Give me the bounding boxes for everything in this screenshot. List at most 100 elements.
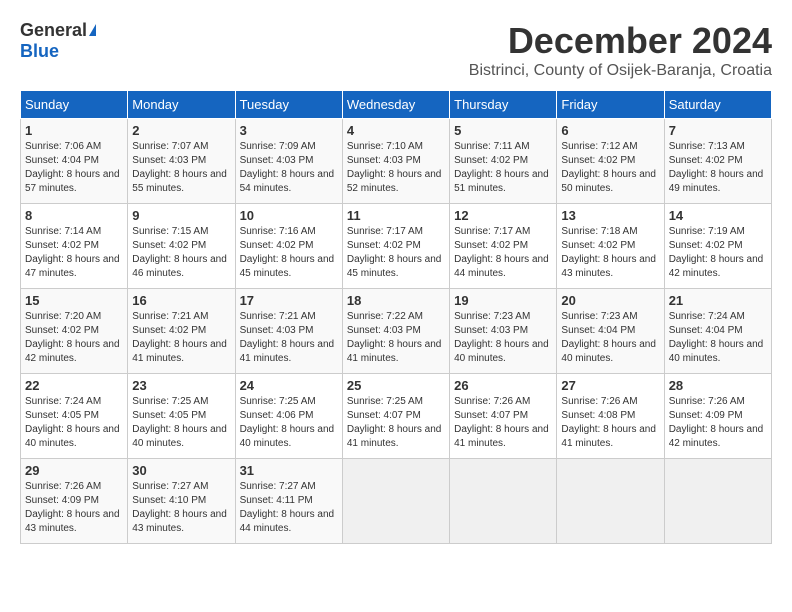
day-number: 18 <box>347 293 445 308</box>
day-number: 25 <box>347 378 445 393</box>
header-monday: Monday <box>128 91 235 119</box>
month-title: December 2024 <box>469 20 772 62</box>
logo: General Blue <box>20 20 96 62</box>
day-info: Sunrise: 7:11 AMSunset: 4:02 PMDaylight:… <box>454 141 549 194</box>
day-number: 30 <box>132 463 230 478</box>
day-number: 15 <box>25 293 123 308</box>
day-info: Sunrise: 7:09 AMSunset: 4:03 PMDaylight:… <box>240 141 335 194</box>
day-number: 19 <box>454 293 552 308</box>
day-number: 27 <box>561 378 659 393</box>
day-cell-2: 2 Sunrise: 7:07 AMSunset: 4:03 PMDayligh… <box>128 119 235 204</box>
header-row: SundayMondayTuesdayWednesdayThursdayFrid… <box>21 91 772 119</box>
day-info: Sunrise: 7:26 AMSunset: 4:07 PMDaylight:… <box>454 396 549 449</box>
empty-cell <box>342 459 449 544</box>
day-cell-5: 5 Sunrise: 7:11 AMSunset: 4:02 PMDayligh… <box>450 119 557 204</box>
day-number: 14 <box>669 208 767 223</box>
day-info: Sunrise: 7:14 AMSunset: 4:02 PMDaylight:… <box>25 226 120 279</box>
day-cell-1: 1 Sunrise: 7:06 AMSunset: 4:04 PMDayligh… <box>21 119 128 204</box>
day-cell-27: 27 Sunrise: 7:26 AMSunset: 4:08 PMDaylig… <box>557 374 664 459</box>
header-saturday: Saturday <box>664 91 771 119</box>
day-info: Sunrise: 7:19 AMSunset: 4:02 PMDaylight:… <box>669 226 764 279</box>
day-number: 24 <box>240 378 338 393</box>
day-cell-23: 23 Sunrise: 7:25 AMSunset: 4:05 PMDaylig… <box>128 374 235 459</box>
day-info: Sunrise: 7:10 AMSunset: 4:03 PMDaylight:… <box>347 141 442 194</box>
day-info: Sunrise: 7:22 AMSunset: 4:03 PMDaylight:… <box>347 311 442 364</box>
day-info: Sunrise: 7:18 AMSunset: 4:02 PMDaylight:… <box>561 226 656 279</box>
day-number: 20 <box>561 293 659 308</box>
day-info: Sunrise: 7:20 AMSunset: 4:02 PMDaylight:… <box>25 311 120 364</box>
day-number: 17 <box>240 293 338 308</box>
day-cell-20: 20 Sunrise: 7:23 AMSunset: 4:04 PMDaylig… <box>557 289 664 374</box>
day-number: 6 <box>561 123 659 138</box>
day-cell-18: 18 Sunrise: 7:22 AMSunset: 4:03 PMDaylig… <box>342 289 449 374</box>
day-info: Sunrise: 7:25 AMSunset: 4:07 PMDaylight:… <box>347 396 442 449</box>
day-info: Sunrise: 7:26 AMSunset: 4:09 PMDaylight:… <box>25 481 120 534</box>
header-thursday: Thursday <box>450 91 557 119</box>
day-info: Sunrise: 7:12 AMSunset: 4:02 PMDaylight:… <box>561 141 656 194</box>
day-number: 16 <box>132 293 230 308</box>
day-number: 26 <box>454 378 552 393</box>
day-info: Sunrise: 7:26 AMSunset: 4:08 PMDaylight:… <box>561 396 656 449</box>
day-cell-17: 17 Sunrise: 7:21 AMSunset: 4:03 PMDaylig… <box>235 289 342 374</box>
day-cell-25: 25 Sunrise: 7:25 AMSunset: 4:07 PMDaylig… <box>342 374 449 459</box>
empty-cell <box>557 459 664 544</box>
day-cell-8: 8 Sunrise: 7:14 AMSunset: 4:02 PMDayligh… <box>21 204 128 289</box>
day-info: Sunrise: 7:17 AMSunset: 4:02 PMDaylight:… <box>454 226 549 279</box>
day-cell-21: 21 Sunrise: 7:24 AMSunset: 4:04 PMDaylig… <box>664 289 771 374</box>
day-info: Sunrise: 7:27 AMSunset: 4:11 PMDaylight:… <box>240 481 335 534</box>
day-info: Sunrise: 7:16 AMSunset: 4:02 PMDaylight:… <box>240 226 335 279</box>
day-number: 28 <box>669 378 767 393</box>
header-tuesday: Tuesday <box>235 91 342 119</box>
day-cell-26: 26 Sunrise: 7:26 AMSunset: 4:07 PMDaylig… <box>450 374 557 459</box>
day-info: Sunrise: 7:25 AMSunset: 4:05 PMDaylight:… <box>132 396 227 449</box>
day-number: 4 <box>347 123 445 138</box>
day-number: 9 <box>132 208 230 223</box>
day-number: 7 <box>669 123 767 138</box>
day-cell-22: 22 Sunrise: 7:24 AMSunset: 4:05 PMDaylig… <box>21 374 128 459</box>
day-cell-7: 7 Sunrise: 7:13 AMSunset: 4:02 PMDayligh… <box>664 119 771 204</box>
day-cell-4: 4 Sunrise: 7:10 AMSunset: 4:03 PMDayligh… <box>342 119 449 204</box>
day-number: 31 <box>240 463 338 478</box>
day-number: 23 <box>132 378 230 393</box>
day-cell-12: 12 Sunrise: 7:17 AMSunset: 4:02 PMDaylig… <box>450 204 557 289</box>
empty-cell <box>450 459 557 544</box>
day-cell-29: 29 Sunrise: 7:26 AMSunset: 4:09 PMDaylig… <box>21 459 128 544</box>
day-info: Sunrise: 7:17 AMSunset: 4:02 PMDaylight:… <box>347 226 442 279</box>
week-row-2: 8 Sunrise: 7:14 AMSunset: 4:02 PMDayligh… <box>21 204 772 289</box>
day-number: 2 <box>132 123 230 138</box>
day-number: 3 <box>240 123 338 138</box>
day-number: 1 <box>25 123 123 138</box>
day-number: 21 <box>669 293 767 308</box>
day-cell-24: 24 Sunrise: 7:25 AMSunset: 4:06 PMDaylig… <box>235 374 342 459</box>
week-row-5: 29 Sunrise: 7:26 AMSunset: 4:09 PMDaylig… <box>21 459 772 544</box>
day-info: Sunrise: 7:07 AMSunset: 4:03 PMDaylight:… <box>132 141 227 194</box>
day-cell-3: 3 Sunrise: 7:09 AMSunset: 4:03 PMDayligh… <box>235 119 342 204</box>
day-info: Sunrise: 7:23 AMSunset: 4:04 PMDaylight:… <box>561 311 656 364</box>
day-cell-28: 28 Sunrise: 7:26 AMSunset: 4:09 PMDaylig… <box>664 374 771 459</box>
day-cell-9: 9 Sunrise: 7:15 AMSunset: 4:02 PMDayligh… <box>128 204 235 289</box>
header: General Blue December 2024 Bistrinci, Co… <box>20 20 772 80</box>
day-number: 22 <box>25 378 123 393</box>
day-info: Sunrise: 7:21 AMSunset: 4:02 PMDaylight:… <box>132 311 227 364</box>
day-cell-6: 6 Sunrise: 7:12 AMSunset: 4:02 PMDayligh… <box>557 119 664 204</box>
day-info: Sunrise: 7:15 AMSunset: 4:02 PMDaylight:… <box>132 226 227 279</box>
day-cell-31: 31 Sunrise: 7:27 AMSunset: 4:11 PMDaylig… <box>235 459 342 544</box>
week-row-3: 15 Sunrise: 7:20 AMSunset: 4:02 PMDaylig… <box>21 289 772 374</box>
day-number: 8 <box>25 208 123 223</box>
day-cell-13: 13 Sunrise: 7:18 AMSunset: 4:02 PMDaylig… <box>557 204 664 289</box>
week-row-1: 1 Sunrise: 7:06 AMSunset: 4:04 PMDayligh… <box>21 119 772 204</box>
day-info: Sunrise: 7:23 AMSunset: 4:03 PMDaylight:… <box>454 311 549 364</box>
day-info: Sunrise: 7:24 AMSunset: 4:05 PMDaylight:… <box>25 396 120 449</box>
day-cell-10: 10 Sunrise: 7:16 AMSunset: 4:02 PMDaylig… <box>235 204 342 289</box>
day-number: 10 <box>240 208 338 223</box>
day-info: Sunrise: 7:06 AMSunset: 4:04 PMDaylight:… <box>25 141 120 194</box>
day-info: Sunrise: 7:24 AMSunset: 4:04 PMDaylight:… <box>669 311 764 364</box>
day-info: Sunrise: 7:27 AMSunset: 4:10 PMDaylight:… <box>132 481 227 534</box>
day-cell-30: 30 Sunrise: 7:27 AMSunset: 4:10 PMDaylig… <box>128 459 235 544</box>
header-wednesday: Wednesday <box>342 91 449 119</box>
logo-general: General <box>20 20 87 41</box>
header-sunday: Sunday <box>21 91 128 119</box>
day-number: 13 <box>561 208 659 223</box>
day-cell-16: 16 Sunrise: 7:21 AMSunset: 4:02 PMDaylig… <box>128 289 235 374</box>
day-info: Sunrise: 7:26 AMSunset: 4:09 PMDaylight:… <box>669 396 764 449</box>
